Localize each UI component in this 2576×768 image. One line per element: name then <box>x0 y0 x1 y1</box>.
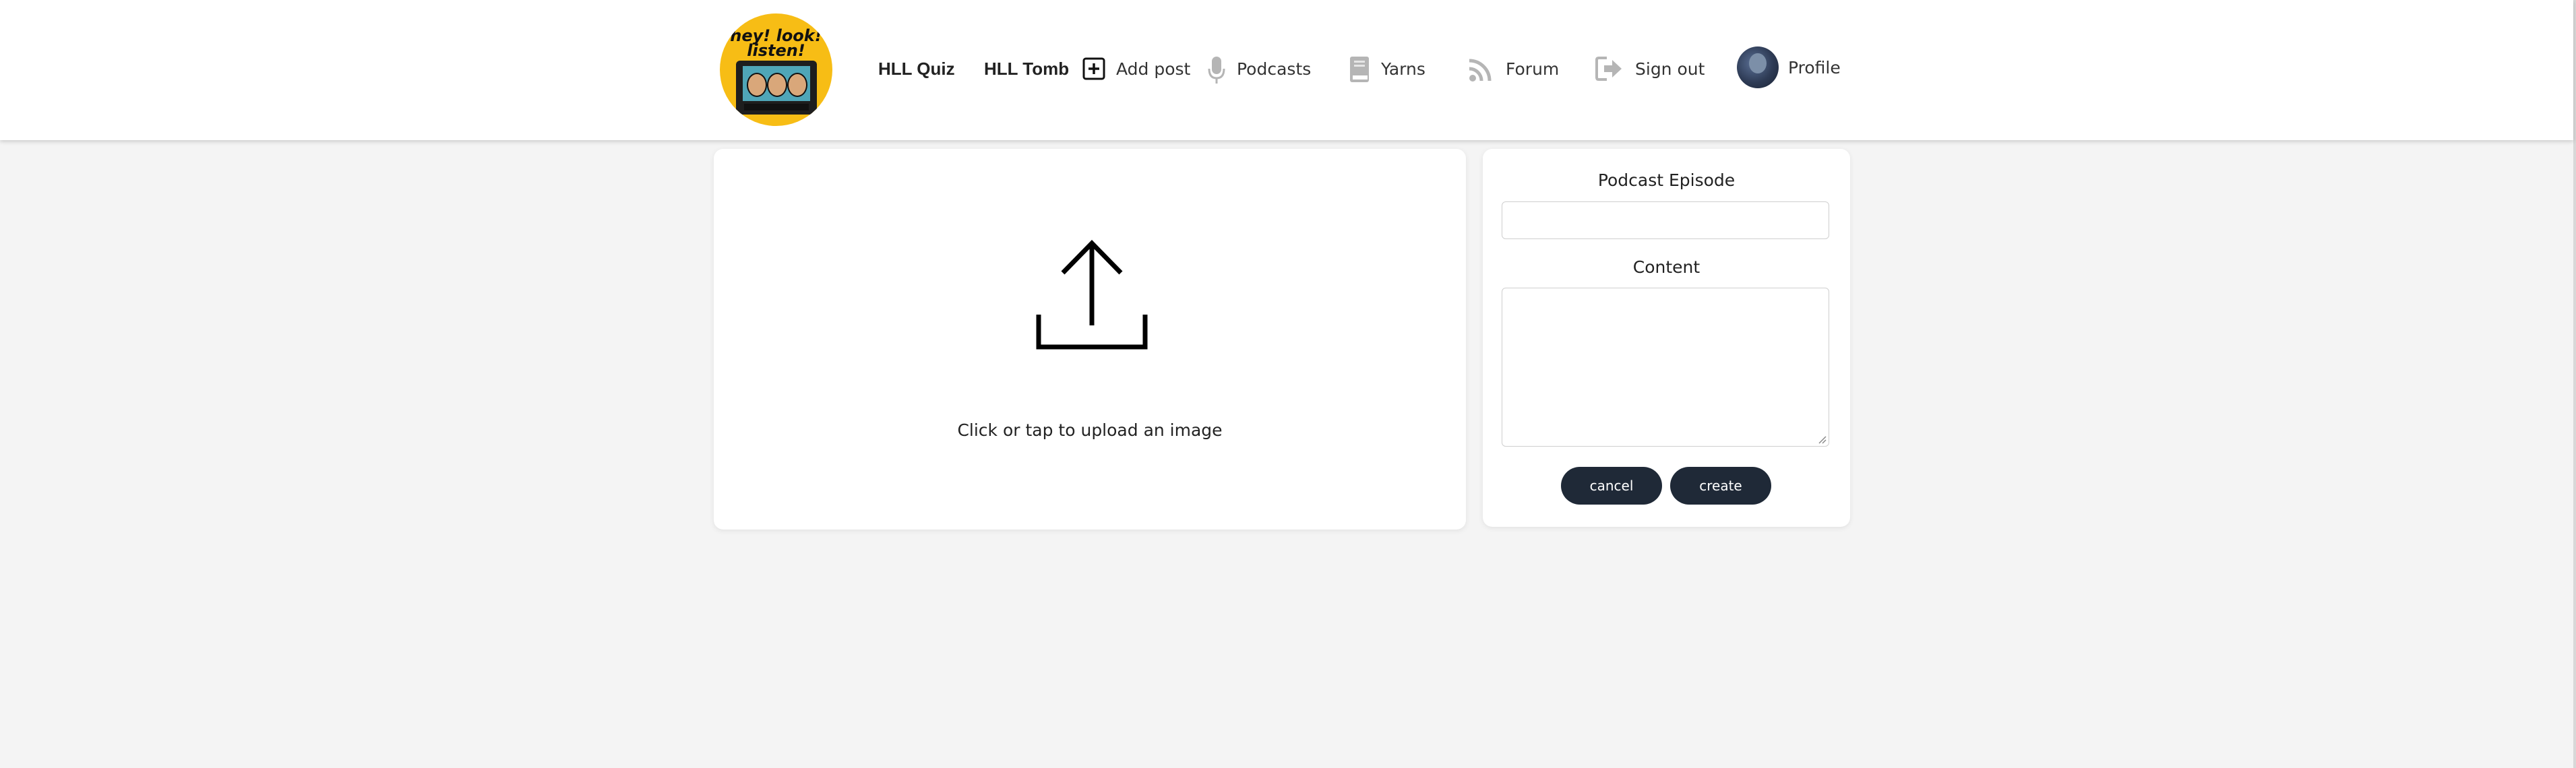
nav-yarns-label: Yarns <box>1381 59 1425 79</box>
resize-grip-icon[interactable] <box>1818 436 1827 444</box>
nav-yarns[interactable]: Yarns <box>1349 49 1425 89</box>
top-navbar: hey! look! listen! HLL Quiz HLL Tomb Add… <box>0 0 2573 140</box>
post-form: Podcast Episode Content cancel create <box>1483 149 1850 527</box>
cancel-button[interactable]: cancel <box>1561 467 1662 505</box>
microphone-icon <box>1207 55 1226 84</box>
nav-hll-quiz[interactable]: HLL Quiz <box>878 49 955 89</box>
nav-forum[interactable]: Forum <box>1467 49 1559 89</box>
nav-sign-out-label: Sign out <box>1635 59 1705 79</box>
logo-wordmark: hey! look! listen! <box>730 26 822 60</box>
logo-tv-graphic <box>736 61 817 115</box>
nav-profile[interactable]: Profile <box>1737 46 1841 88</box>
image-upload-area[interactable]: Click or tap to upload an image <box>714 149 1466 530</box>
sign-out-icon <box>1595 55 1624 82</box>
nav-forum-label: Forum <box>1506 59 1560 79</box>
nav-profile-label: Profile <box>1788 57 1841 77</box>
nav-hll-quiz-label: HLL Quiz <box>878 58 955 79</box>
content-textarea[interactable] <box>1502 288 1829 447</box>
plus-square-icon <box>1082 55 1105 82</box>
book-icon <box>1349 55 1370 82</box>
create-button[interactable]: create <box>1670 467 1771 505</box>
upload-icon <box>1036 239 1148 350</box>
site-logo[interactable]: hey! look! listen! <box>720 13 832 126</box>
rss-feed-icon <box>1467 55 1495 82</box>
upload-prompt: Click or tap to upload an image <box>957 420 1223 440</box>
nav-hll-tomb[interactable]: HLL Tomb <box>984 49 1069 89</box>
nav-add-post[interactable]: Add post <box>1082 49 1190 89</box>
nav-podcasts-label: Podcasts <box>1237 59 1312 79</box>
window-edge <box>2573 0 2576 768</box>
content-label: Content <box>1632 257 1700 277</box>
podcast-episode-input[interactable] <box>1502 201 1829 239</box>
nav-add-post-label: Add post <box>1116 59 1191 79</box>
nav-hll-tomb-label: HLL Tomb <box>984 58 1070 79</box>
avatar <box>1737 46 1779 88</box>
nav-podcasts[interactable]: Podcasts <box>1207 49 1311 89</box>
nav-sign-out[interactable]: Sign out <box>1595 49 1705 89</box>
podcast-episode-label: Podcast Episode <box>1597 170 1736 190</box>
